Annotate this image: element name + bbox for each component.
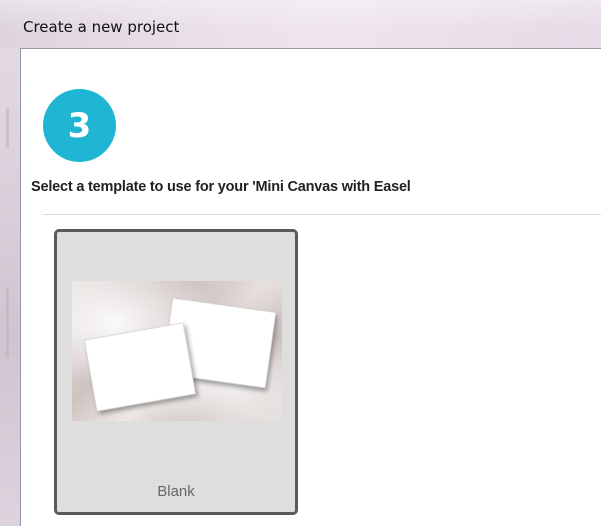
- template-thumbnail: [72, 281, 282, 421]
- window-title-bar[interactable]: Create a new project: [0, 0, 601, 48]
- photo-card: [83, 322, 197, 412]
- template-card-blank[interactable]: Blank: [54, 229, 298, 515]
- template-list: Blank: [51, 225, 601, 526]
- divider: [43, 214, 601, 215]
- step-indicator: 3: [43, 89, 116, 162]
- window-title: Create a new project: [23, 18, 180, 36]
- edge-streak: [6, 288, 9, 358]
- blank-cards-illustration: [83, 297, 277, 412]
- template-label: Blank: [157, 483, 195, 500]
- dialog-content: 3 Select a template to use for your 'Min…: [20, 48, 601, 526]
- edge-streak: [6, 108, 9, 148]
- instruction-text: Select a template to use for your 'Mini …: [31, 179, 411, 195]
- window-left-edge: [0, 48, 20, 526]
- step-number: 3: [67, 105, 92, 146]
